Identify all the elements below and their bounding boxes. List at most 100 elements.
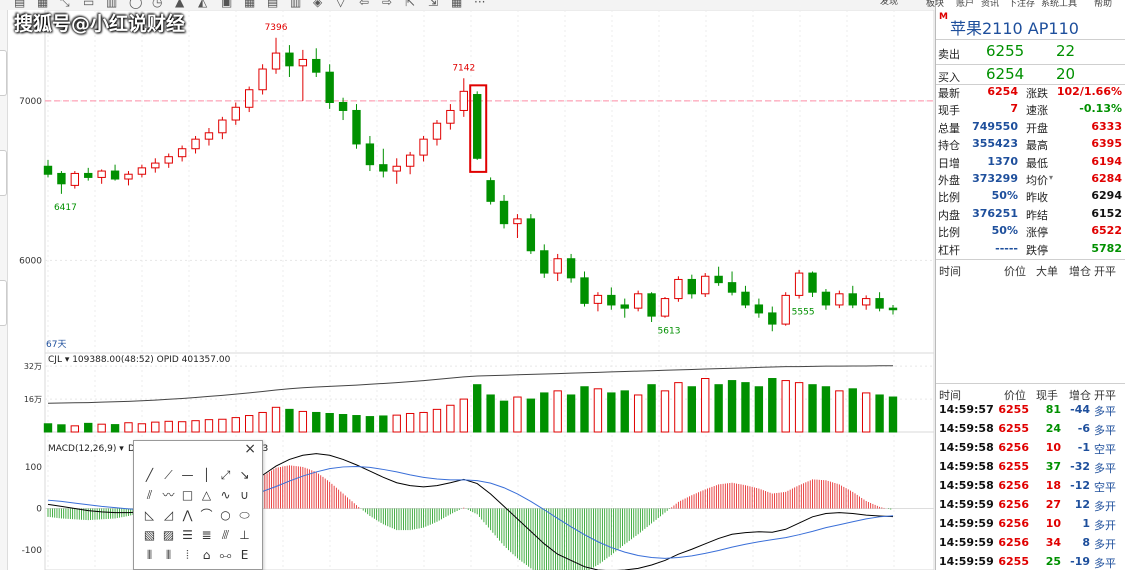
trade-volume: 27: [1045, 498, 1061, 511]
draw-tool-6[interactable]: ⫽: [140, 485, 159, 505]
trade-row[interactable]: 14:59:59 6256 34 8 多开: [936, 533, 1125, 552]
draw-tool-22[interactable]: ⫻: [216, 525, 235, 545]
clock-icon[interactable]: ◷: [152, 0, 162, 8]
buy-price: 6254: [986, 65, 1025, 83]
draw-tool-14[interactable]: ⋀: [178, 505, 197, 525]
draw-tool-10[interactable]: ∿: [216, 485, 235, 505]
more-icon[interactable]: ···: [474, 0, 485, 8]
trade-row[interactable]: 14:59:58 6255 24 -6 多平: [936, 419, 1125, 438]
top-menu: 板块 账户 资讯 下注存 系统工具 帮助: [926, 0, 1125, 9]
forward-icon[interactable]: ⇨: [382, 0, 392, 8]
draw-tool-27[interactable]: ⌂: [197, 545, 216, 565]
candle-up: [674, 278, 683, 300]
trade-row[interactable]: 14:59:59 6256 10 1 多开: [936, 514, 1125, 533]
grid-icon[interactable]: ▦: [37, 0, 48, 8]
calendar-icon[interactable]: ▣: [221, 0, 232, 8]
back-icon[interactable]: ⇦: [359, 0, 369, 8]
draw-tool-8[interactable]: □: [178, 485, 197, 505]
shrink-icon[interactable]: ⇲: [428, 0, 438, 8]
draw-tool-9[interactable]: △: [197, 485, 216, 505]
trade-price: 6255: [998, 422, 1029, 435]
draw-tool-12[interactable]: ◺: [140, 505, 159, 525]
draw-tool-18[interactable]: ▧: [140, 525, 159, 545]
menu-item[interactable]: 账户: [956, 0, 974, 9]
chart2-icon[interactable]: ◭: [198, 0, 207, 8]
trade-volume: 10: [1045, 441, 1061, 454]
expand-icon[interactable]: ⇱: [405, 0, 415, 8]
menu-item[interactable]: 帮助: [1094, 0, 1112, 9]
fold-icon[interactable]: ▽: [336, 0, 345, 8]
draw-tool-17[interactable]: ⬭: [235, 505, 254, 525]
trade-row[interactable]: 14:59:59 6256 27 12 多开: [936, 495, 1125, 514]
buy-volume: 20: [1056, 65, 1076, 83]
draw-tool-13[interactable]: ◿: [159, 505, 178, 525]
circle-icon[interactable]: ◯: [129, 0, 142, 8]
toolbar-discover[interactable]: 发现: [880, 0, 898, 8]
year-icon[interactable]: ▥: [290, 0, 301, 8]
candle-down: [285, 52, 294, 67]
draw-tool-29[interactable]: Ε: [235, 545, 254, 565]
candle-down: [687, 278, 696, 295]
stat-value: 6333: [1091, 119, 1122, 133]
cursor-icon[interactable]: ⤡: [60, 0, 70, 8]
draw-tool-4[interactable]: ⤢: [216, 465, 235, 485]
sort-arrow-icon[interactable]: ▾: [1049, 173, 1053, 182]
stat-value: 50%: [991, 224, 1018, 238]
trade-row[interactable]: 14:59:59 6255 25 -19 多平: [936, 552, 1125, 570]
trade-row[interactable]: 14:59:58 6256 10 -1 空平: [936, 438, 1125, 457]
volume-bar: [379, 415, 388, 433]
volume-bar: [808, 384, 817, 433]
draw-tool-30[interactable]: ■: [140, 565, 159, 570]
stat-label: 开盘: [1026, 121, 1048, 135]
candle-down: [110, 170, 120, 180]
strip-tab[interactable]: [0, 50, 7, 96]
strip-tab[interactable]: [0, 280, 7, 326]
close-icon[interactable]: ×: [244, 441, 256, 457]
strip-tab[interactable]: [0, 150, 7, 196]
stat-value: 5782: [1091, 241, 1122, 255]
draw-tool-11[interactable]: ∪: [235, 485, 254, 505]
draw-tool-2[interactable]: —: [178, 465, 197, 485]
draw-tool-28[interactable]: ⧟: [216, 545, 235, 565]
menu-item[interactable]: 下注存: [1008, 0, 1035, 9]
layout-icon[interactable]: ▥: [106, 0, 117, 8]
week-icon[interactable]: ▦: [244, 0, 255, 8]
draw-tool-5[interactable]: ↘: [235, 465, 254, 485]
draw-tool-7[interactable]: 〰: [159, 485, 178, 505]
draw-tool-15[interactable]: ⌒: [197, 505, 216, 525]
trade-row[interactable]: 14:59:58 6256 18 -12 空平: [936, 476, 1125, 495]
draw-tool-1[interactable]: ⟋: [159, 465, 178, 485]
menu-item[interactable]: 板块: [926, 0, 944, 9]
table-icon[interactable]: ▦: [451, 0, 462, 8]
trade-row[interactable]: 14:59:58 6255 37 -32 多平: [936, 457, 1125, 476]
draw-tool-23[interactable]: ⊥: [235, 525, 254, 545]
draw-tool-25[interactable]: ⫴: [159, 545, 178, 565]
draw-tool-20[interactable]: ☰: [178, 525, 197, 545]
draw-tool-24[interactable]: ⦀: [140, 545, 159, 565]
volume-bar: [727, 380, 737, 433]
draw-tool-0[interactable]: ╱: [140, 465, 159, 485]
volume-bar: [137, 423, 147, 433]
diamond-icon[interactable]: ◈: [313, 0, 322, 8]
candle-up: [191, 138, 200, 150]
draw-tool-26[interactable]: ⦙: [178, 545, 197, 565]
stat-label: 涨跌: [1026, 87, 1048, 100]
volume-bar: [486, 394, 495, 433]
draw-tool-19[interactable]: ▨: [159, 525, 178, 545]
trade-row[interactable]: 14:59:57 6255 81 -44 多平: [936, 400, 1125, 419]
candle-down: [727, 282, 737, 293]
trade-volume: 37: [1045, 460, 1061, 473]
draw-tool-31[interactable]: ◆: [159, 565, 178, 570]
menu-item[interactable]: 资讯: [981, 0, 999, 9]
stat-label: 总量: [938, 121, 960, 135]
draw-tool-16[interactable]: ○: [216, 505, 235, 525]
chart-icon[interactable]: ▲: [175, 0, 184, 8]
menu-item[interactable]: 系统工具: [1041, 0, 1077, 9]
draw-tool-3[interactable]: │: [197, 465, 216, 485]
doc-icon[interactable]: ▤: [14, 0, 25, 8]
macd-tick-label: 100: [25, 463, 42, 473]
window-icon[interactable]: ▭: [83, 0, 94, 8]
draw-tool-21[interactable]: ≣: [197, 525, 216, 545]
candle-up: [781, 294, 790, 325]
month-icon[interactable]: ▤: [267, 0, 278, 8]
